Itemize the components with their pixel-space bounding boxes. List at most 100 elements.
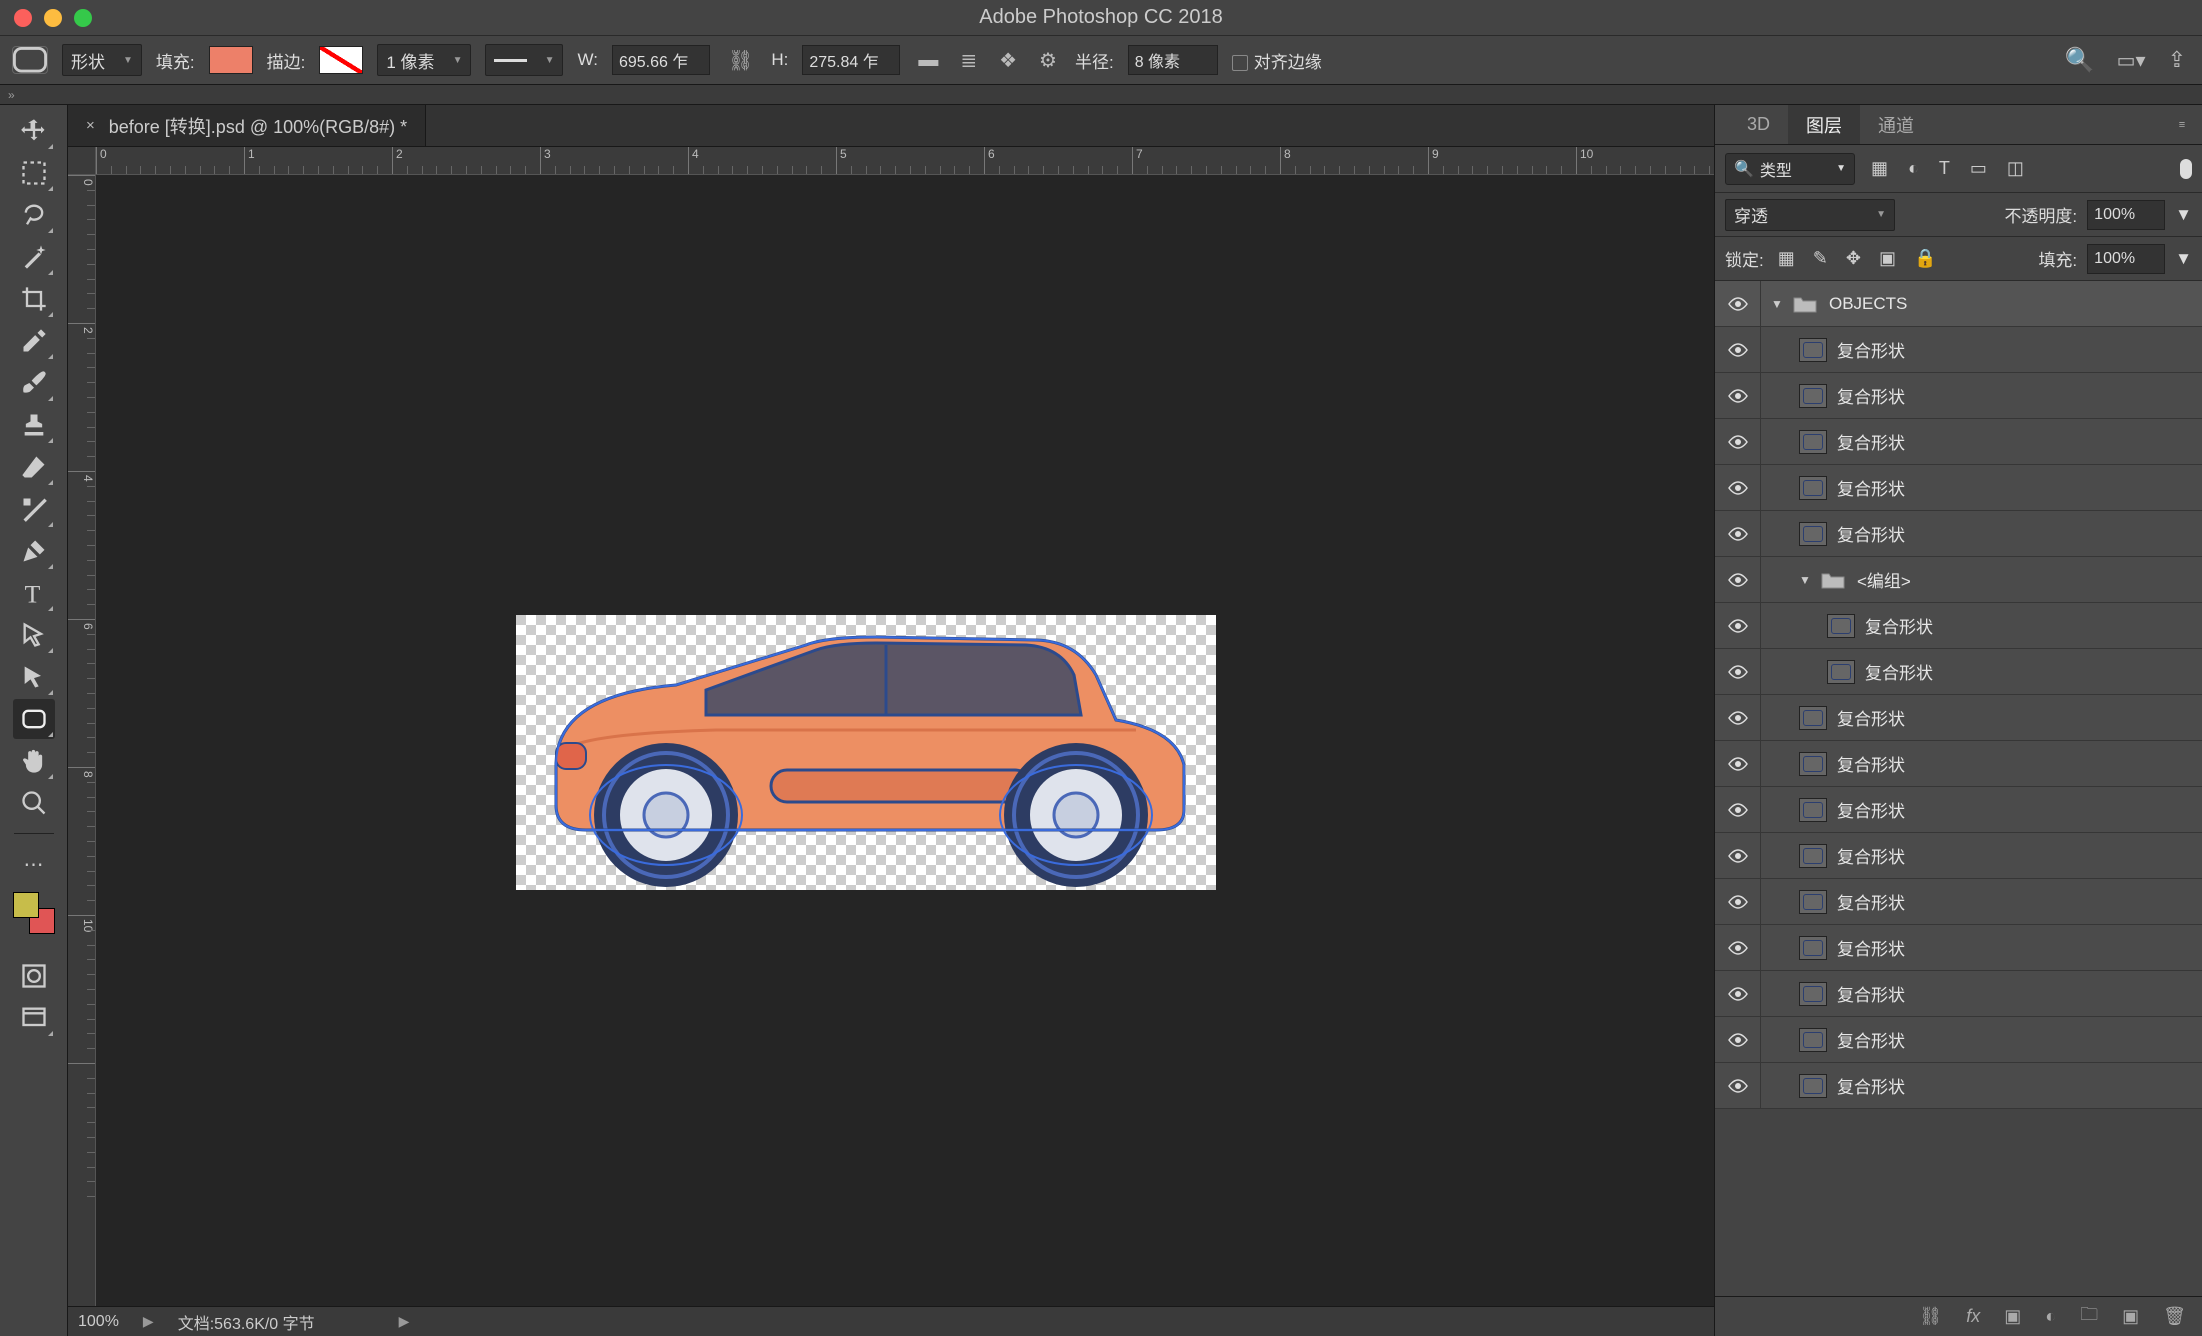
- panel-tab-channels[interactable]: 通道: [1860, 105, 1932, 144]
- layer-name[interactable]: 复合形状: [1837, 751, 1905, 776]
- filter-smart-icon[interactable]: ◫: [2003, 158, 2028, 179]
- layer-visibility-icon[interactable]: [1715, 741, 1761, 786]
- align-edges-checkbox[interactable]: 对齐边缘: [1232, 48, 1322, 73]
- layer-visibility-icon[interactable]: [1715, 281, 1761, 326]
- zoom-level[interactable]: 100%: [78, 1313, 119, 1331]
- layer-name[interactable]: 复合形状: [1837, 1073, 1905, 1098]
- layer-mask-icon[interactable]: ▣: [2004, 1306, 2021, 1327]
- pen-tool[interactable]: [13, 531, 55, 571]
- chevron-right-icon[interactable]: ▶: [143, 1313, 154, 1330]
- layer-name[interactable]: 复合形状: [1865, 659, 1933, 684]
- layer-row[interactable]: 复合形状: [1715, 511, 2202, 557]
- hand-tool[interactable]: [13, 741, 55, 781]
- marquee-tool[interactable]: [13, 153, 55, 193]
- layer-visibility-icon[interactable]: [1715, 1063, 1761, 1108]
- layer-visibility-icon[interactable]: [1715, 511, 1761, 556]
- layer-name[interactable]: 复合形状: [1837, 475, 1905, 500]
- layer-visibility-icon[interactable]: [1715, 649, 1761, 694]
- layer-row[interactable]: 复合形状: [1715, 879, 2202, 925]
- workspace-icon[interactable]: ▭▾: [2113, 48, 2150, 73]
- zoom-tool[interactable]: [13, 783, 55, 823]
- layer-visibility-icon[interactable]: [1715, 419, 1761, 464]
- window-close-button[interactable]: [14, 9, 32, 27]
- lasso-tool[interactable]: [13, 195, 55, 235]
- folder-disclosure-icon[interactable]: ▼: [1771, 297, 1791, 311]
- layer-visibility-icon[interactable]: [1715, 787, 1761, 832]
- move-tool[interactable]: [13, 111, 55, 151]
- layer-visibility-icon[interactable]: [1715, 971, 1761, 1016]
- window-fullscreen-button[interactable]: [74, 9, 92, 27]
- layer-row[interactable]: ▼ OBJECTS: [1715, 281, 2202, 327]
- layer-list[interactable]: ▼OBJECTS复合形状复合形状复合形状复合形状复合形状▼<编组>复合形状复合形…: [1715, 281, 2202, 1296]
- crop-tool[interactable]: [13, 279, 55, 319]
- layer-row[interactable]: 复合形状: [1715, 327, 2202, 373]
- layer-name[interactable]: 复合形状: [1837, 337, 1905, 362]
- artboard[interactable]: [516, 615, 1216, 890]
- layer-visibility-icon[interactable]: [1715, 695, 1761, 740]
- doc-info[interactable]: 文档:563.6K/0 字节: [178, 1310, 315, 1334]
- layer-fx-icon[interactable]: fx: [1966, 1306, 1980, 1327]
- layer-row[interactable]: 复合形状: [1715, 419, 2202, 465]
- document-tab[interactable]: × before [转换].psd @ 100%(RGB/8#) *: [68, 105, 426, 146]
- stroke-width-dropdown[interactable]: 1 像素 ▼: [377, 44, 471, 76]
- layer-row[interactable]: ▼<编组>: [1715, 557, 2202, 603]
- fill-swatch[interactable]: [209, 46, 253, 74]
- shape-mode-dropdown[interactable]: 形状 ▼: [62, 44, 142, 76]
- chevron-down-icon[interactable]: ▼: [2175, 205, 2192, 225]
- panel-menu-icon[interactable]: ≡: [2162, 105, 2202, 144]
- magic-wand-tool[interactable]: [13, 237, 55, 277]
- layer-row[interactable]: 复合形状: [1715, 787, 2202, 833]
- fill-layer-input[interactable]: [2087, 244, 2165, 274]
- direct-select-tool[interactable]: [13, 657, 55, 697]
- layer-visibility-icon[interactable]: [1715, 833, 1761, 878]
- layer-visibility-icon[interactable]: [1715, 925, 1761, 970]
- new-layer-icon[interactable]: ▣: [2122, 1306, 2139, 1327]
- delete-layer-icon[interactable]: 🗑: [2163, 1306, 2186, 1327]
- lock-transparency-icon[interactable]: ▦: [1774, 248, 1799, 269]
- link-wh-icon[interactable]: ⛓: [724, 48, 757, 73]
- edit-toolbar-icon[interactable]: ⋯: [13, 844, 55, 884]
- layer-name[interactable]: 复合形状: [1837, 1027, 1905, 1052]
- opacity-input[interactable]: [2087, 200, 2165, 230]
- layer-visibility-icon[interactable]: [1715, 327, 1761, 372]
- layer-filter-type[interactable]: 🔍 类型 ▼: [1725, 153, 1855, 185]
- layer-visibility-icon[interactable]: [1715, 465, 1761, 510]
- lock-position-icon[interactable]: ✥: [1842, 248, 1865, 269]
- radius-input[interactable]: [1128, 45, 1218, 75]
- layer-row[interactable]: 复合形状: [1715, 1063, 2202, 1109]
- panel-tab-layers[interactable]: 图层: [1788, 105, 1860, 144]
- layer-name[interactable]: 复合形状: [1837, 843, 1905, 868]
- layer-name[interactable]: 复合形状: [1837, 981, 1905, 1006]
- window-minimize-button[interactable]: [44, 9, 62, 27]
- search-icon[interactable]: 🔍: [2061, 46, 2099, 75]
- stamp-tool[interactable]: [13, 405, 55, 445]
- layer-name[interactable]: 复合形状: [1837, 521, 1905, 546]
- layer-row[interactable]: 复合形状: [1715, 833, 2202, 879]
- path-operations-icon[interactable]: ▬: [914, 49, 942, 72]
- screenmode-tool[interactable]: [13, 998, 55, 1038]
- ruler-vertical[interactable]: 0246810: [68, 175, 96, 1306]
- filter-type-icon[interactable]: T: [1935, 158, 1954, 179]
- chevron-down-icon[interactable]: ▼: [2175, 249, 2192, 269]
- blend-mode-dropdown[interactable]: 穿透▼: [1725, 199, 1895, 231]
- layer-name[interactable]: OBJECTS: [1829, 294, 1907, 314]
- adjustment-layer-icon[interactable]: ◐: [2045, 1306, 2056, 1327]
- layer-visibility-icon[interactable]: [1715, 557, 1761, 602]
- path-align-icon[interactable]: ≣: [956, 48, 981, 73]
- rectangle-tool[interactable]: [13, 699, 55, 739]
- layer-row[interactable]: 复合形状: [1715, 649, 2202, 695]
- width-input[interactable]: [612, 45, 710, 75]
- settings-gear-icon[interactable]: ⚙: [1035, 48, 1061, 73]
- stroke-style-dropdown[interactable]: ▼: [485, 44, 563, 76]
- quickmask-tool[interactable]: [13, 956, 55, 996]
- layer-name[interactable]: 复合形状: [1837, 889, 1905, 914]
- link-layers-icon[interactable]: ⛓: [1919, 1306, 1942, 1327]
- lock-artboard-icon[interactable]: ▣: [1875, 248, 1900, 269]
- filter-pixels-icon[interactable]: ▦: [1867, 158, 1892, 179]
- layer-name[interactable]: 复合形状: [1837, 383, 1905, 408]
- ruler-horizontal[interactable]: 01234567891011: [96, 147, 1714, 175]
- layer-visibility-icon[interactable]: [1715, 603, 1761, 648]
- layer-row[interactable]: 复合形状: [1715, 741, 2202, 787]
- layer-name[interactable]: 复合形状: [1837, 429, 1905, 454]
- layer-visibility-icon[interactable]: [1715, 373, 1761, 418]
